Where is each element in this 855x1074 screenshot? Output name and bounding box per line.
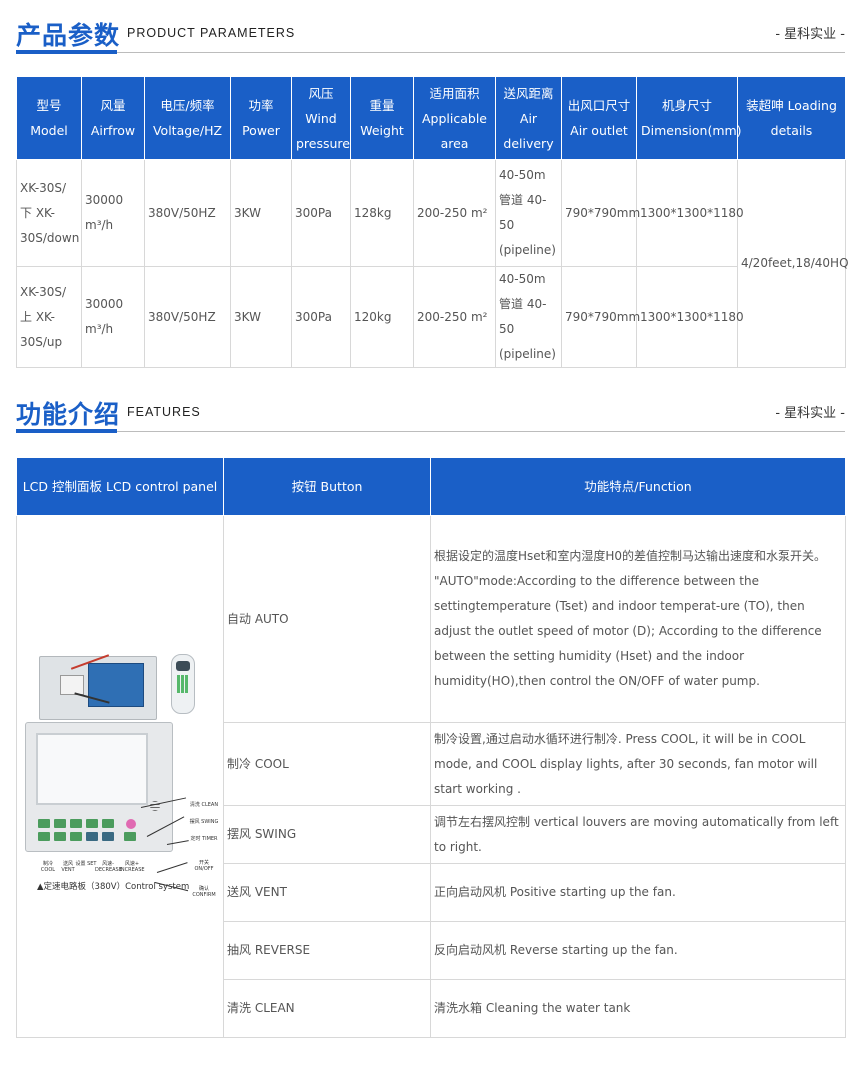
table-cell: 3KW: [230, 159, 292, 267]
button-name-cell: 摆风 SWING: [223, 805, 431, 864]
header-cell: 重量 Weight: [350, 76, 414, 160]
label-swing: 摆风 SWING: [189, 819, 219, 825]
power-key: [126, 819, 136, 829]
key: [38, 819, 50, 828]
remote-control-image: [171, 654, 195, 714]
section-header-features: 功能介绍 FEATURES - 星科实业 -: [16, 393, 845, 433]
header-cell: LCD 控制面板 LCD control panel: [16, 457, 224, 516]
header-cell: 装超呻 Loading details: [737, 76, 846, 160]
table-cell: 1300*1300*1180: [636, 159, 744, 267]
table-cell: 30000 m³/h: [81, 159, 145, 267]
key: [70, 819, 82, 828]
lcd-screen: [36, 733, 148, 805]
header-cell: 风量 Airfrow: [81, 76, 145, 160]
key: [102, 819, 114, 828]
table-cell: 790*790mm: [561, 159, 640, 267]
function-cell: 清洗水箱 Cleaning the water tank: [430, 979, 846, 1038]
function-cell: 根据设定的温度Hset和室内湿度H0的差值控制马达输出速度和水泵开关。 "AUT…: [430, 515, 846, 723]
table-cell: 1300*1300*1180: [636, 266, 744, 368]
key: [38, 832, 50, 841]
electric-box-image: [39, 654, 157, 720]
label-cool: 制冷 COOL: [40, 861, 56, 873]
header-cell: 适用面积 Applicable area: [413, 76, 496, 160]
header-cell: 按钮 Button: [223, 457, 431, 516]
table-cell: 380V/50HZ: [144, 159, 231, 267]
header-cell: 电压/频率 Voltage/HZ: [144, 76, 231, 160]
table-cell: 40-50m管道 40-50 (pipeline): [495, 266, 562, 368]
key: [70, 832, 82, 841]
key: [54, 819, 66, 828]
header-cell: 出风口尺寸 Air outlet: [561, 76, 637, 160]
label-clean: 清洗 CLEAN: [189, 802, 219, 808]
function-cell: 反向启动风机 Reverse starting up the fan.: [430, 921, 846, 980]
table-row: XK-30S/上 XK-30S/up 30000 m³/h 380V/50HZ …: [16, 266, 846, 368]
section-divider: [117, 52, 845, 53]
panel-caption: ▲定速电路板（380V）Control system: [37, 882, 190, 892]
label-confirm: 确认 CONFIRM: [192, 886, 216, 898]
header-cell: 送风距离 Air delivery: [495, 76, 562, 160]
table-cell: 120kg: [350, 266, 414, 368]
features-table: LCD 控制面板 LCD control panel 按钮 Button 功能特…: [16, 457, 846, 1038]
table-header-row: 型号 Model 风量 Airfrow 电压/频率 Voltage/HZ 功率 …: [16, 76, 846, 160]
label-onoff: 开关 ON/OFF: [194, 860, 214, 872]
keypad: [38, 819, 158, 843]
label-set: 设置 SET: [75, 861, 97, 867]
table-cell: 128kg: [350, 159, 414, 267]
table-row: XK-30S/下 XK-30S/down 30000 m³/h 380V/50H…: [16, 159, 849, 368]
section-title-cn: 功能介绍: [16, 400, 121, 429]
header-cell: 功能特点/Function: [430, 457, 846, 516]
header-cell: 机身尺寸 Dimension(mm): [636, 76, 742, 160]
title-underline: [16, 429, 117, 433]
label-increase: 风速+ INCREASE: [119, 861, 145, 873]
brand-label: - 星科实业 -: [775, 406, 845, 421]
table-cell: 200-250 m²: [413, 266, 496, 368]
header-cell: 功率 Power: [230, 76, 292, 160]
section-header-parameters: 产品参数 PRODUCT PARAMETERS - 星科实业 -: [16, 14, 845, 54]
header-cell: 型号 Model: [16, 76, 82, 160]
function-cell: 制冷设置,通过启动水循环进行制冷. Press COOL, it will be…: [430, 722, 846, 806]
button-name-cell: 制冷 COOL: [223, 722, 431, 806]
key: [54, 832, 66, 841]
section-title-en: FEATURES: [127, 405, 201, 419]
table-cell: 380V/50HZ: [144, 266, 231, 368]
key: [86, 819, 98, 828]
parameters-table: 型号 Model 风量 Airfrow 电压/频率 Voltage/HZ 功率 …: [16, 76, 849, 368]
table-row: 清洗 CLEAN 摆风 SWING 定时 TIMER 开关 ON/OFF 确认 …: [16, 515, 846, 1038]
relay-component: [60, 675, 84, 695]
function-cell: 正向启动风机 Positive starting up the fan.: [430, 863, 846, 922]
table-cell: 30000 m³/h: [81, 266, 145, 368]
remote-screen: [176, 661, 190, 671]
increase-key: [102, 832, 114, 841]
remote-buttons: [177, 675, 189, 693]
label-decrease: 风速- DECREASE: [95, 861, 122, 873]
decrease-key: [86, 832, 98, 841]
button-name-cell: 抽风 REVERSE: [223, 921, 431, 980]
table-cell: XK-30S/上 XK-30S/up: [16, 266, 82, 368]
key: [124, 832, 136, 841]
button-name-cell: 清洗 CLEAN: [223, 979, 431, 1038]
button-name-cell: 自动 AUTO: [223, 515, 431, 723]
table-cell: 40-50m管道 40-50 (pipeline): [495, 159, 562, 267]
table-cell: 300Pa: [291, 266, 351, 368]
table-cell: 200-250 m²: [413, 159, 496, 267]
brand-label: - 星科实业 -: [775, 27, 845, 42]
loading-details-cell: 4/20feet,18/40HQ: [737, 159, 849, 368]
button-name-cell: 送风 VENT: [223, 863, 431, 922]
table-cell: 300Pa: [291, 159, 351, 267]
leader-line: [156, 862, 188, 873]
title-underline: [16, 50, 117, 54]
section-title-cn: 产品参数: [16, 21, 121, 50]
table-cell: 790*790mm: [561, 266, 640, 368]
table-cell: 3KW: [230, 266, 292, 368]
section-divider: [117, 431, 845, 432]
section-title-en: PRODUCT PARAMETERS: [127, 26, 296, 40]
control-panel-image-cell: 清洗 CLEAN 摆风 SWING 定时 TIMER 开关 ON/OFF 确认 …: [16, 515, 224, 1038]
function-cell: 调节左右摆风控制 vertical louvers are moving aut…: [430, 805, 846, 864]
control-panel-illustration: 清洗 CLEAN 摆风 SWING 定时 TIMER 开关 ON/OFF 确认 …: [17, 516, 223, 1036]
label-timer: 定时 TIMER: [190, 836, 218, 842]
table-header-row: LCD 控制面板 LCD control panel 按钮 Button 功能特…: [16, 457, 846, 516]
table-cell: XK-30S/下 XK-30S/down: [16, 159, 82, 267]
header-cell: 风压 Wind pressure: [291, 76, 351, 160]
